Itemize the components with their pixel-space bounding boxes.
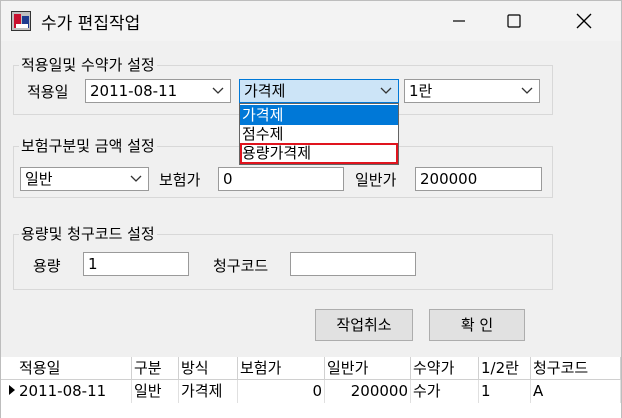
price-grid: 적용일 구분 방식 보험가 일반가 수약가 1/2란 청구코드 2011-08-… [1,357,621,418]
title-bar[interactable]: 수가 편집작업 [1,1,621,41]
minimize-button[interactable] [436,1,482,41]
chevron-down-icon [212,87,224,94]
general-price-label: 일반가 [355,171,397,189]
row-pointer-icon [9,385,15,395]
cancel-job-button[interactable]: 작업취소 [315,309,413,341]
maximize-button[interactable] [491,1,537,41]
method-value: 가격제 [244,82,286,100]
method-option-price[interactable]: 가격제 [240,105,398,125]
general-price-input[interactable]: 200000 [415,167,542,191]
grid-header-drug[interactable]: 수약가 [411,357,479,380]
claim-code-input[interactable] [290,252,416,276]
insurance-type-value: 일반 [25,170,53,188]
apply-date-value: 2011-08-11 [90,82,178,100]
grid-header-type[interactable]: 구분 [132,357,179,380]
apply-settings-title: 적용일및 수약가 설정 [19,54,157,75]
grid-header-code[interactable]: 청구코드 [531,357,621,380]
grid-header-half[interactable]: 1/2란 [479,357,531,380]
grid-header-insured[interactable]: 보험가 [238,357,325,380]
app-icon[interactable] [11,11,31,31]
grid-header-method[interactable]: 방식 [179,357,238,380]
insured-price-input[interactable]: 0 [218,167,344,191]
dialog-window: 수가 편집작업 적용일및 수약가 설정 적용일 2011-08-11 가격제 1… [0,0,622,418]
method-dropdown-list: 가격제 점수제 용량가격제 [239,103,399,165]
method-option-volume-price[interactable]: 용량가격제 [240,143,398,164]
cell-type[interactable]: 일반 [132,380,179,403]
method-option-score[interactable]: 점수제 [240,124,398,144]
cell-insured[interactable]: 0 [238,380,325,403]
grid-header-date[interactable]: 적용일 [1,357,132,380]
cell-general[interactable]: 200000 [325,380,411,403]
close-icon [576,13,592,29]
cell-drug[interactable]: 수가 [411,380,479,403]
cell-date[interactable]: 2011-08-11 [17,380,132,403]
volume-label: 용량 [33,257,61,275]
insurance-type-select[interactable]: 일반 [20,167,149,191]
cell-half[interactable]: 1 [479,380,531,403]
minimize-icon [453,20,465,22]
chevron-down-icon [380,87,392,94]
unit-value: 1란 [409,82,433,100]
apply-date-picker[interactable]: 2011-08-11 [85,79,231,103]
ok-button[interactable]: 확 인 [429,309,525,341]
apply-date-label: 적용일 [27,83,69,101]
cell-code[interactable]: A [531,380,621,403]
chevron-down-icon [521,87,533,94]
claim-code-label: 청구코드 [213,257,269,275]
insured-price-label: 보험가 [159,171,201,189]
insurance-settings-title: 보험구분및 금액 설정 [19,135,157,156]
unit-select[interactable]: 1란 [404,79,540,103]
cell-method[interactable]: 가격제 [179,380,238,403]
close-button[interactable] [561,1,607,41]
maximize-icon [507,14,521,28]
window-title: 수가 편집작업 [41,14,141,34]
method-select[interactable]: 가격제 [239,79,399,103]
grid-header-general[interactable]: 일반가 [325,357,411,380]
volume-input[interactable]: 1 [83,252,189,276]
volume-settings-title: 용량및 청구코드 설정 [19,223,157,244]
chevron-down-icon [130,175,142,182]
